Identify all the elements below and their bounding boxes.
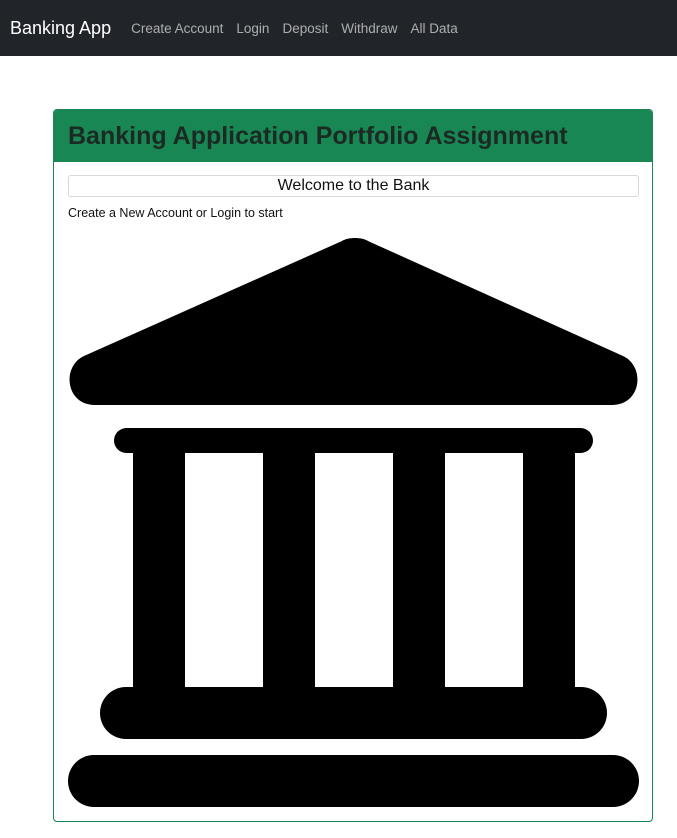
nav-link-deposit[interactable]: Deposit (282, 21, 328, 36)
card-title: Banking Application Portfolio Assignment (68, 121, 568, 150)
welcome-title: Welcome to the Bank (68, 175, 639, 197)
nav-links: Create Account Login Deposit Withdraw Al… (131, 21, 471, 36)
card-header: Banking Application Portfolio Assignment (54, 110, 652, 162)
card-subtitle: Create a New Account or Login to start (68, 206, 283, 220)
card-body: Welcome to the Bank Create a New Account… (54, 162, 652, 807)
bank-base-step (100, 687, 607, 739)
brand-link[interactable]: Banking App (10, 18, 111, 39)
top-navbar: Banking App Create Account Login Deposit… (0, 0, 677, 56)
bank-roof (69, 238, 638, 405)
home-card: Banking Application Portfolio Assignment… (53, 109, 653, 822)
bank-column (393, 452, 445, 692)
nav-link-withdraw[interactable]: Withdraw (341, 21, 397, 36)
bank-column (263, 452, 315, 692)
bank-column (523, 452, 575, 692)
bank-foundation (68, 755, 639, 807)
nav-link-login[interactable]: Login (236, 21, 269, 36)
bank-column (133, 452, 185, 692)
nav-link-all-data[interactable]: All Data (411, 21, 458, 36)
bank-building-icon (68, 238, 639, 807)
bank-entablature (114, 428, 593, 453)
nav-link-create-account[interactable]: Create Account (131, 21, 223, 36)
